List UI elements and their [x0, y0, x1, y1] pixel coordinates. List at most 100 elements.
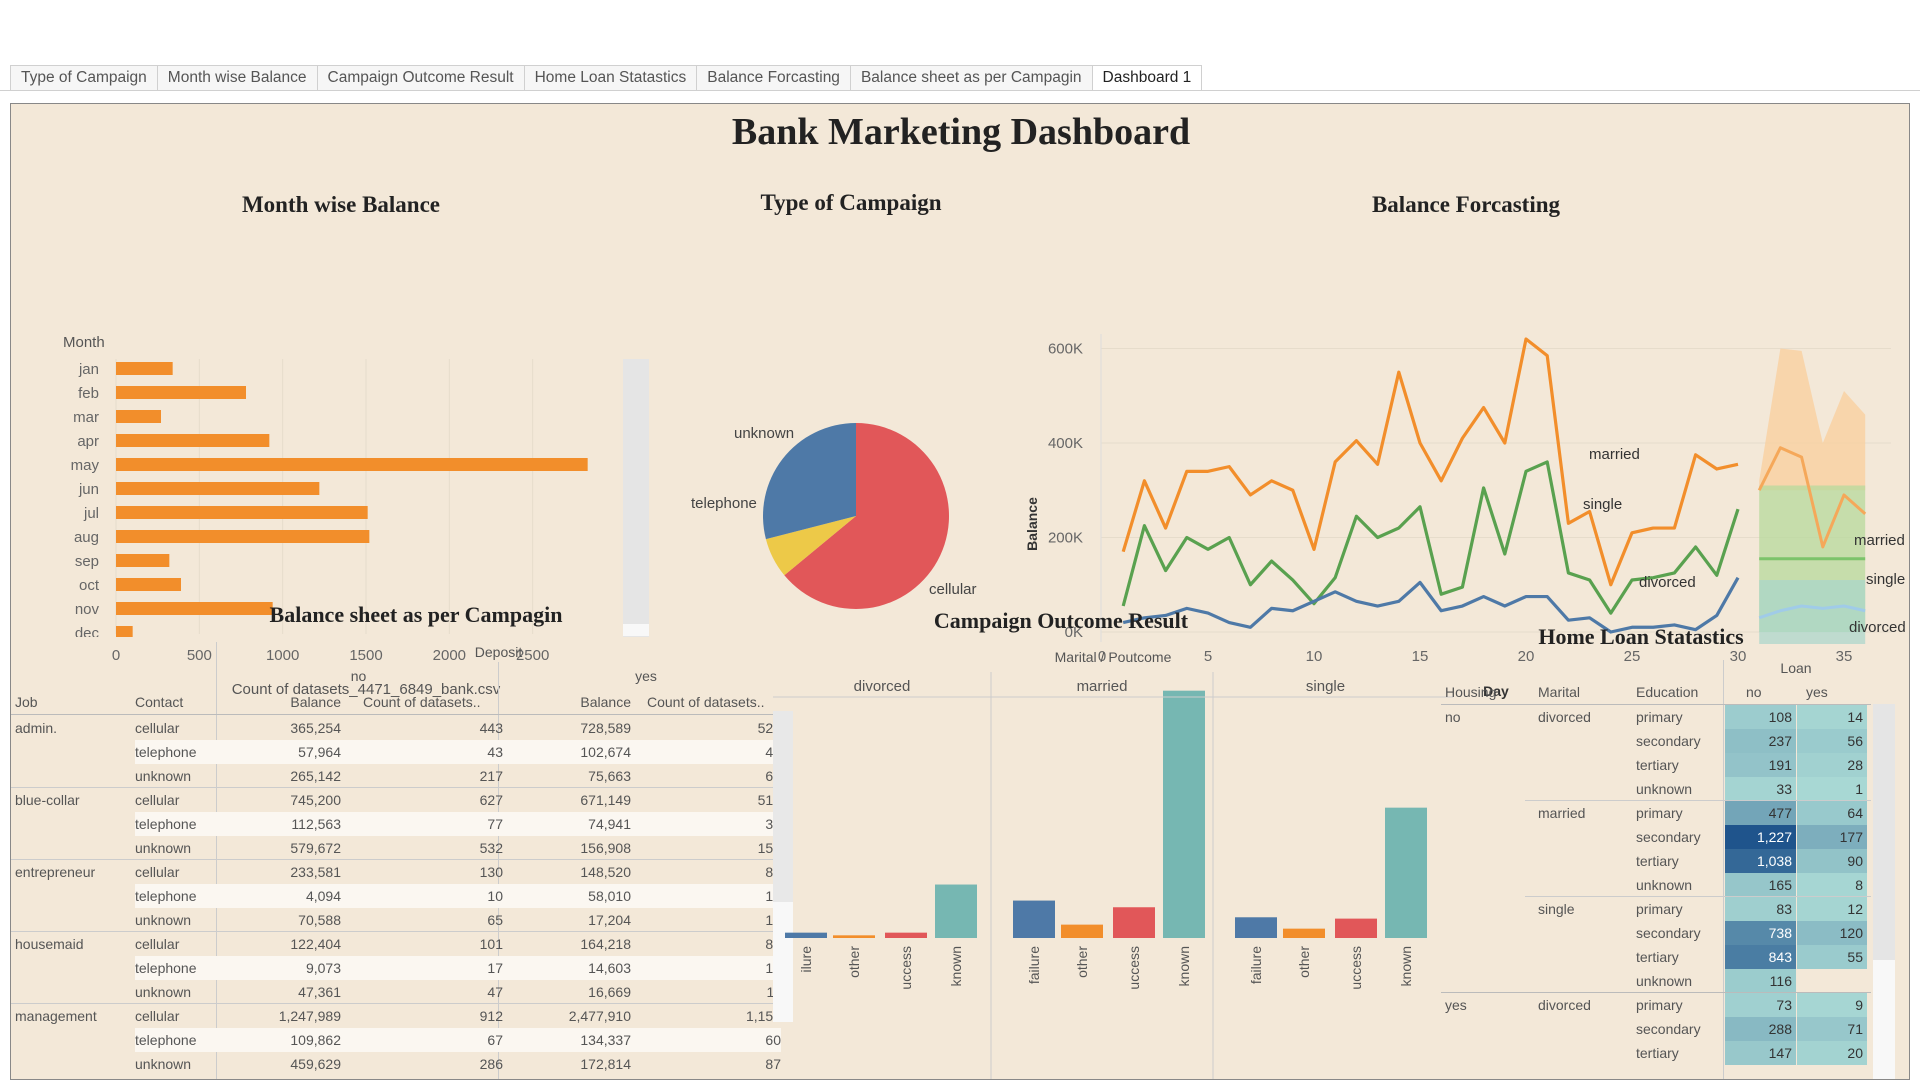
loan-heat-no: 165	[1725, 873, 1796, 897]
table-row: tertiary 147 20	[1441, 1041, 1871, 1065]
month-scrollbar	[623, 359, 649, 639]
oc-bar-single-other	[1283, 928, 1325, 938]
month-bar-mar	[116, 410, 161, 423]
cell-job: entrepreneur	[15, 864, 96, 880]
cell-edu: unknown	[1636, 973, 1693, 989]
table-row: unknown265,14221775,66361	[11, 764, 781, 788]
cell-no: 147	[1768, 1045, 1792, 1061]
table-row: telephone 109,862 67 134,337 60	[11, 1028, 781, 1052]
cell-job: admin.	[15, 720, 58, 736]
row-sep	[11, 931, 781, 932]
oc-bar-divorced-unknown	[935, 884, 977, 938]
month-bar-sep	[116, 554, 170, 567]
loan-heat-yes: 64	[1797, 801, 1867, 825]
pie-chart-title: Type of Campaign	[760, 190, 942, 215]
loan-heat-yes	[1797, 969, 1867, 993]
cell-nc: 67	[487, 1032, 503, 1048]
cell-edu: tertiary	[1636, 757, 1679, 773]
cell-nc: 65	[487, 912, 503, 928]
cell-edu: primary	[1636, 901, 1683, 917]
btable-col-2: Balance	[290, 694, 341, 710]
loan-scroll-thumb	[1873, 960, 1895, 1079]
fc-ytick: 400K	[1048, 435, 1083, 452]
cell-no: 843	[1768, 949, 1792, 965]
table-row: yes divorced primary 73 9	[1441, 992, 1871, 1017]
month-label-apr: apr	[77, 433, 99, 450]
tab-month-wise-balance[interactable]: Month wise Balance	[156, 65, 318, 90]
cell-edu: unknown	[1636, 781, 1693, 797]
cell-yc: 11	[647, 984, 781, 1000]
cell-housing: yes	[1445, 997, 1467, 1013]
cell-yes: 9	[1855, 997, 1863, 1013]
tab-campaign-outcome-result[interactable]: Campaign Outcome Result	[316, 65, 525, 90]
table-row: tertiary 843 55	[1441, 945, 1871, 969]
btable-col-4: Balance	[580, 694, 631, 710]
month-label-jan: jan	[78, 361, 99, 378]
loan-col-1: Marital	[1538, 684, 1581, 700]
cell-no: 477	[1768, 805, 1792, 821]
tab-balance-sheet-as-per-campagin[interactable]: Balance sheet as per Campagin	[849, 65, 1093, 90]
loan-heat-yes: 20	[1797, 1041, 1867, 1065]
cell-yes: 55	[1847, 949, 1863, 965]
dashboard-title: Bank Marketing Dashboard	[731, 111, 1191, 153]
loan-heat-yes: 177	[1797, 825, 1867, 849]
oc-xlabel: known	[1398, 946, 1414, 986]
oc-header: Marital / Poutcome	[1055, 649, 1172, 665]
month-chart: Monthjanfebmaraprmayjunjulaugsepoctnovde…	[11, 334, 671, 698]
loan-col-3: no	[1746, 684, 1762, 700]
tab-type-of-campaign[interactable]: Type of Campaign	[10, 65, 158, 90]
table-row: entrepreneurcellular233,581130148,52089	[11, 859, 781, 884]
fc-flabel-single: single	[1866, 571, 1905, 588]
loan-heat-no: 1,038	[1725, 849, 1796, 873]
loan-heat-no: 1,227	[1725, 825, 1796, 849]
loan-heat-yes: 1	[1797, 777, 1867, 801]
cell-yc: 156	[757, 840, 781, 856]
cell-yb: 58,010	[588, 888, 631, 904]
tab-dashboard-1[interactable]: Dashboard 1	[1091, 65, 1203, 90]
outcome-chart: Marital / Poutcome divorced ilure other ucce…	[773, 649, 1453, 1079]
cell-yes: 20	[1847, 1045, 1863, 1061]
oc-xlabel: uccess	[1126, 946, 1142, 990]
fc-flabel-married: married	[1854, 532, 1905, 549]
cell-yb: 16,669	[588, 984, 631, 1000]
cell-nc: 43	[487, 744, 503, 760]
cell-nb: 579,672	[290, 840, 341, 856]
table-row: telephone9,0731714,60314	[11, 956, 781, 980]
loan-heat-no: 147	[1725, 1041, 1796, 1065]
table-row: tertiary 1,038 90	[1441, 849, 1871, 873]
loan-heat-yes: 120	[1797, 921, 1867, 945]
table-row: single primary 83 12	[1441, 896, 1871, 921]
pie-label-telephone: telephone	[691, 495, 757, 512]
tab-balance-forcasting[interactable]: Balance Forcasting	[696, 65, 851, 90]
table-row: secondary 288 71	[1441, 1017, 1871, 1041]
cell-nc: 47	[487, 984, 503, 1000]
cell-yb: 134,337	[580, 1032, 631, 1048]
tab-home-loan-statastics[interactable]: Home Loan Statastics	[523, 65, 698, 90]
cell-nc: 77	[487, 816, 503, 832]
cell-nb: 1,247,989	[278, 1008, 341, 1024]
sheet-tabs: Type of Campaign Month wise Balance Campai…	[10, 65, 1203, 90]
cell-edu: primary	[1636, 805, 1683, 821]
cell-edu: tertiary	[1636, 1045, 1679, 1061]
table-row: unknown 116	[1441, 969, 1871, 993]
cell-nb: 4,094	[305, 888, 341, 904]
cell-edu: tertiary	[1636, 949, 1679, 965]
cell-edu: primary	[1636, 997, 1683, 1013]
oc-bar-single-failure	[1235, 917, 1277, 938]
loan-heat-yes: 90	[1797, 849, 1867, 873]
oc-bar-married-other	[1061, 924, 1103, 938]
cell-no: 288	[1768, 1021, 1792, 1037]
btable-group-no: no	[350, 668, 367, 684]
month-bar-jan	[116, 362, 173, 375]
table-row: telephone57,96443102,67441	[11, 740, 781, 764]
cell-no: 33	[1776, 781, 1792, 797]
cell-no: 116	[1769, 973, 1792, 989]
month-chart-title: Month wise Balance	[241, 192, 441, 217]
balance-table-title: Balance sheet as per Campagin	[269, 602, 563, 627]
dashboard: Bank Marketing Dashboard Month wise Bala…	[10, 103, 1910, 1080]
month-label-may: may	[71, 457, 100, 474]
table-row: secondary 738 120	[1441, 921, 1871, 945]
pie-label-cellular: cellular	[929, 581, 977, 598]
cell-marital: divorced	[1538, 709, 1591, 725]
table-row: unknown 579,672 532 156,908 156	[11, 836, 781, 860]
